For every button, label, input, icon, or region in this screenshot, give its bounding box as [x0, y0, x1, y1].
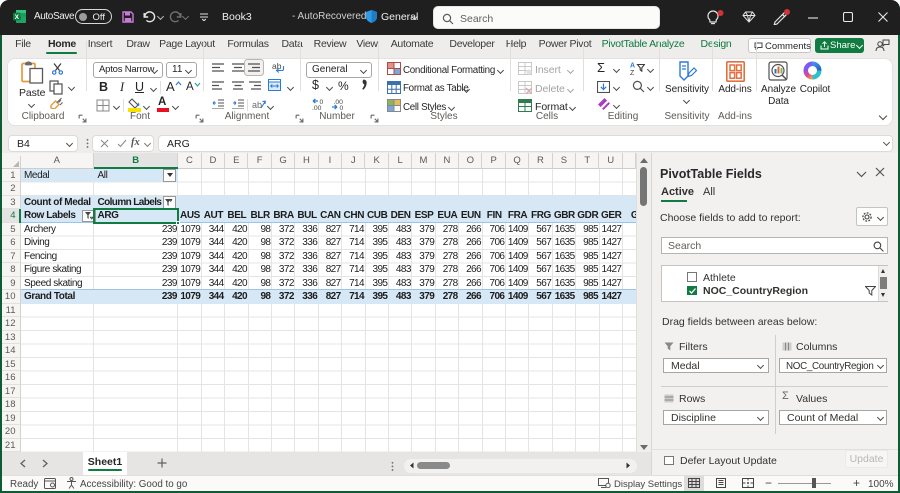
svg-text:Z: Z — [630, 70, 635, 75]
svg-text:A: A — [630, 63, 635, 70]
svg-text:.00: .00 — [312, 105, 322, 110]
svg-text:ab: ab — [252, 100, 262, 110]
svg-text:0: 0 — [340, 105, 344, 110]
svg-text:X: X — [15, 14, 20, 21]
